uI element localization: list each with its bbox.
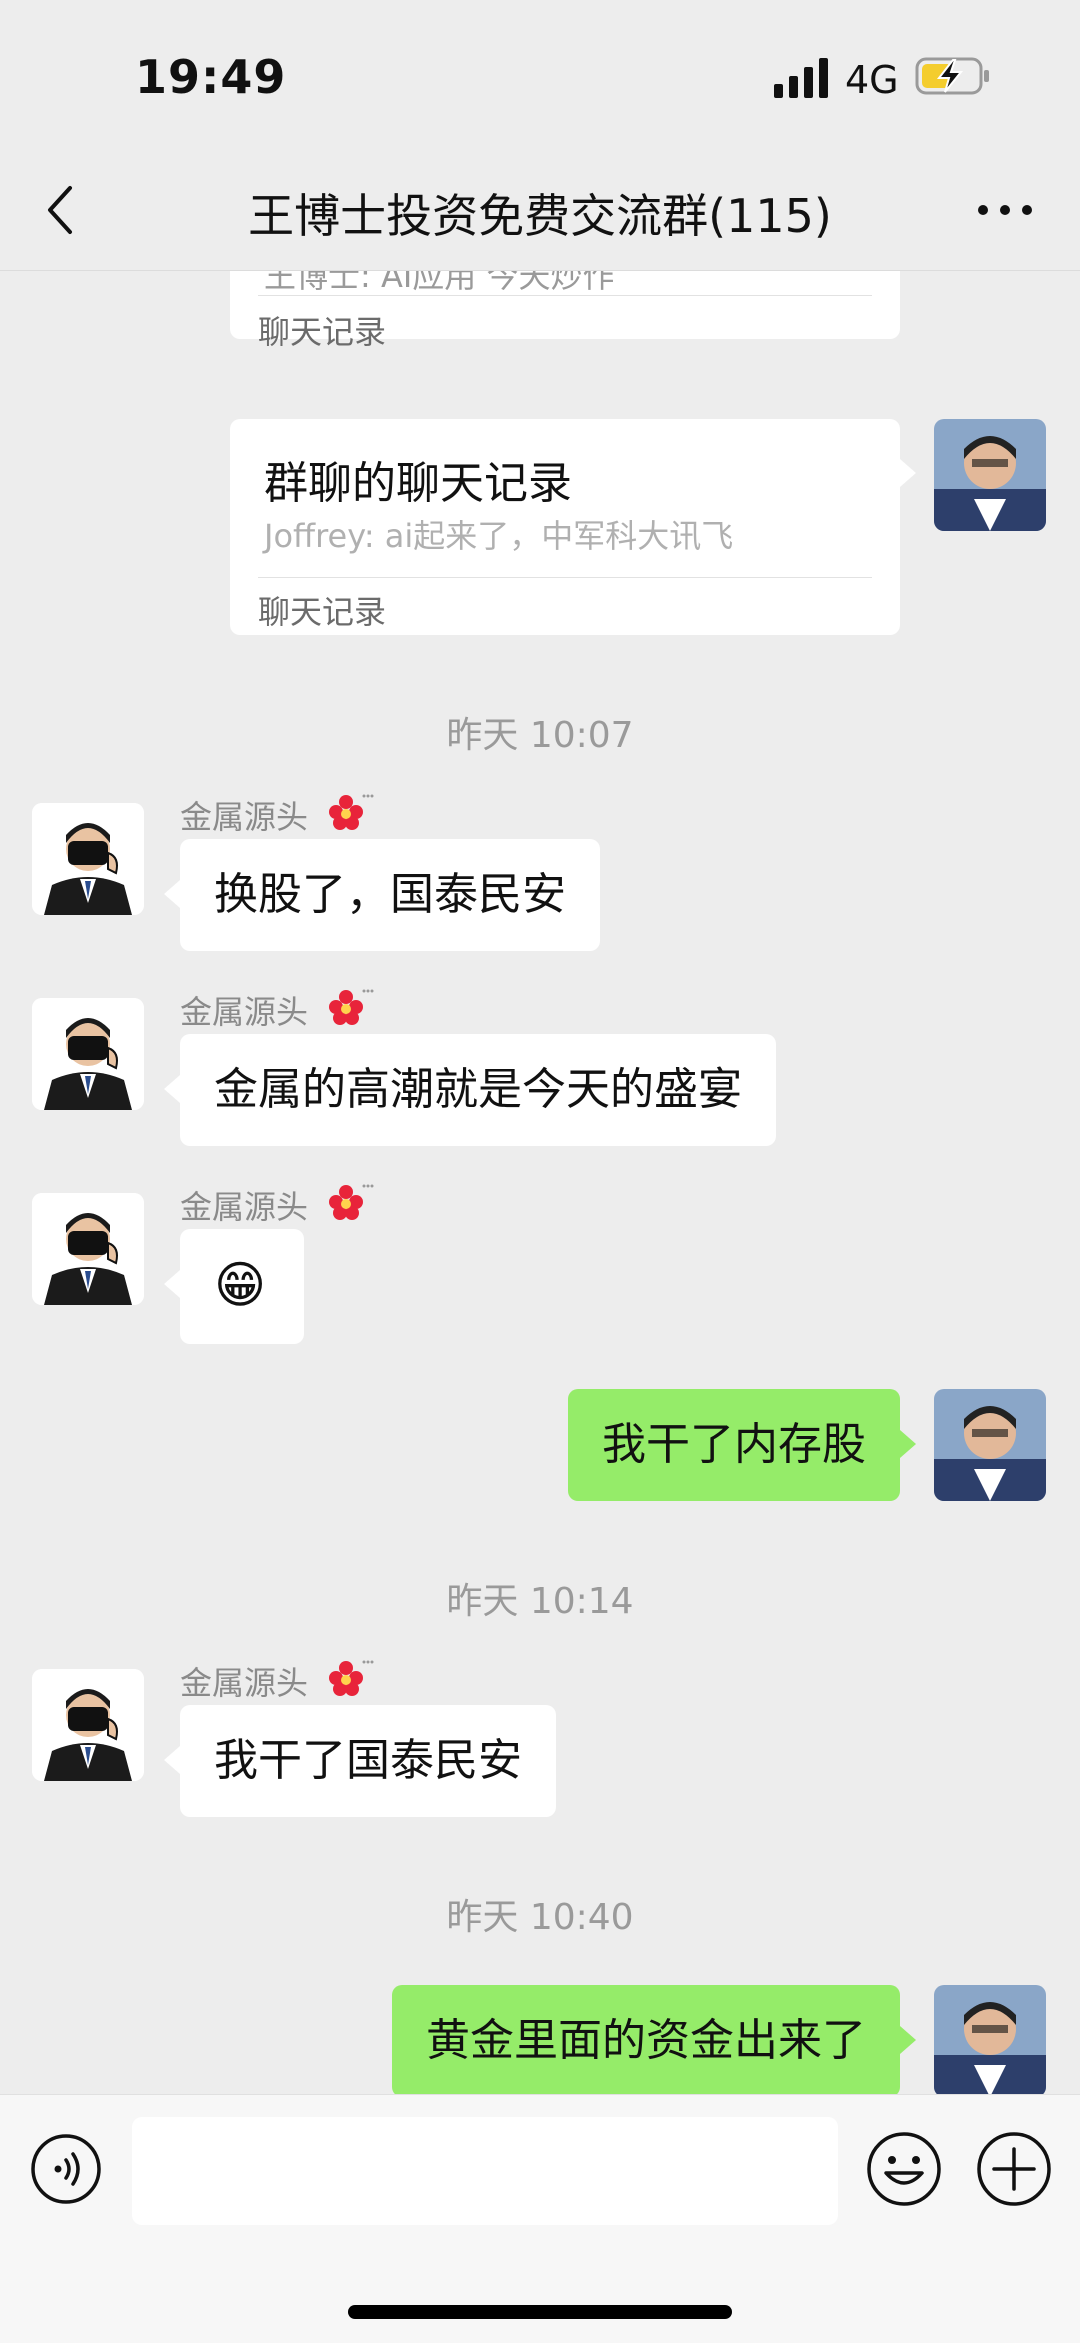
divider [258,295,872,296]
status-bar: 19:49 4G [0,0,1080,150]
home-indicator [348,2305,732,2319]
chat-record-card[interactable]: 王博士: AI应用 今天炒作 聊天记录 [230,271,900,351]
chat-header: 王博士投资免费交流群(115) [0,150,1080,271]
input-bar [0,2094,1080,2343]
network-label: 4G [845,58,899,102]
chat-record-preview: 王博士: AI应用 今天炒作 [264,271,615,295]
bubble-tail [900,459,916,487]
chat-record-title: 群聊的聊天记录 [264,458,572,509]
chat-record-label: 聊天记录 [258,313,387,351]
message-list[interactable]: 王博士: AI应用 今天炒作 聊天记录 群聊的聊天记录 Joffrey: ai起… [0,271,1080,2093]
plus-icon[interactable] [976,2131,1052,2207]
voice-input-icon[interactable] [30,2133,102,2205]
my-avatar[interactable] [934,419,1046,531]
chat-title: 王博士投资免费交流群(115) [248,189,832,243]
divider [258,577,872,578]
chat-record-preview: Joffrey: ai起来了，中军科大讯飞 [264,517,734,555]
emoji-icon[interactable] [866,2131,942,2207]
chat-record-card[interactable]: 群聊的聊天记录 Joffrey: ai起来了，中军科大讯飞 聊天记录 [230,419,900,635]
chat-record-label: 聊天记录 [258,593,387,631]
status-time: 19:49 [135,50,287,104]
signal-icon [774,58,828,98]
more-options-icon[interactable] [975,200,1035,220]
message-input[interactable] [132,2117,838,2225]
battery-charging-icon [915,57,989,95]
